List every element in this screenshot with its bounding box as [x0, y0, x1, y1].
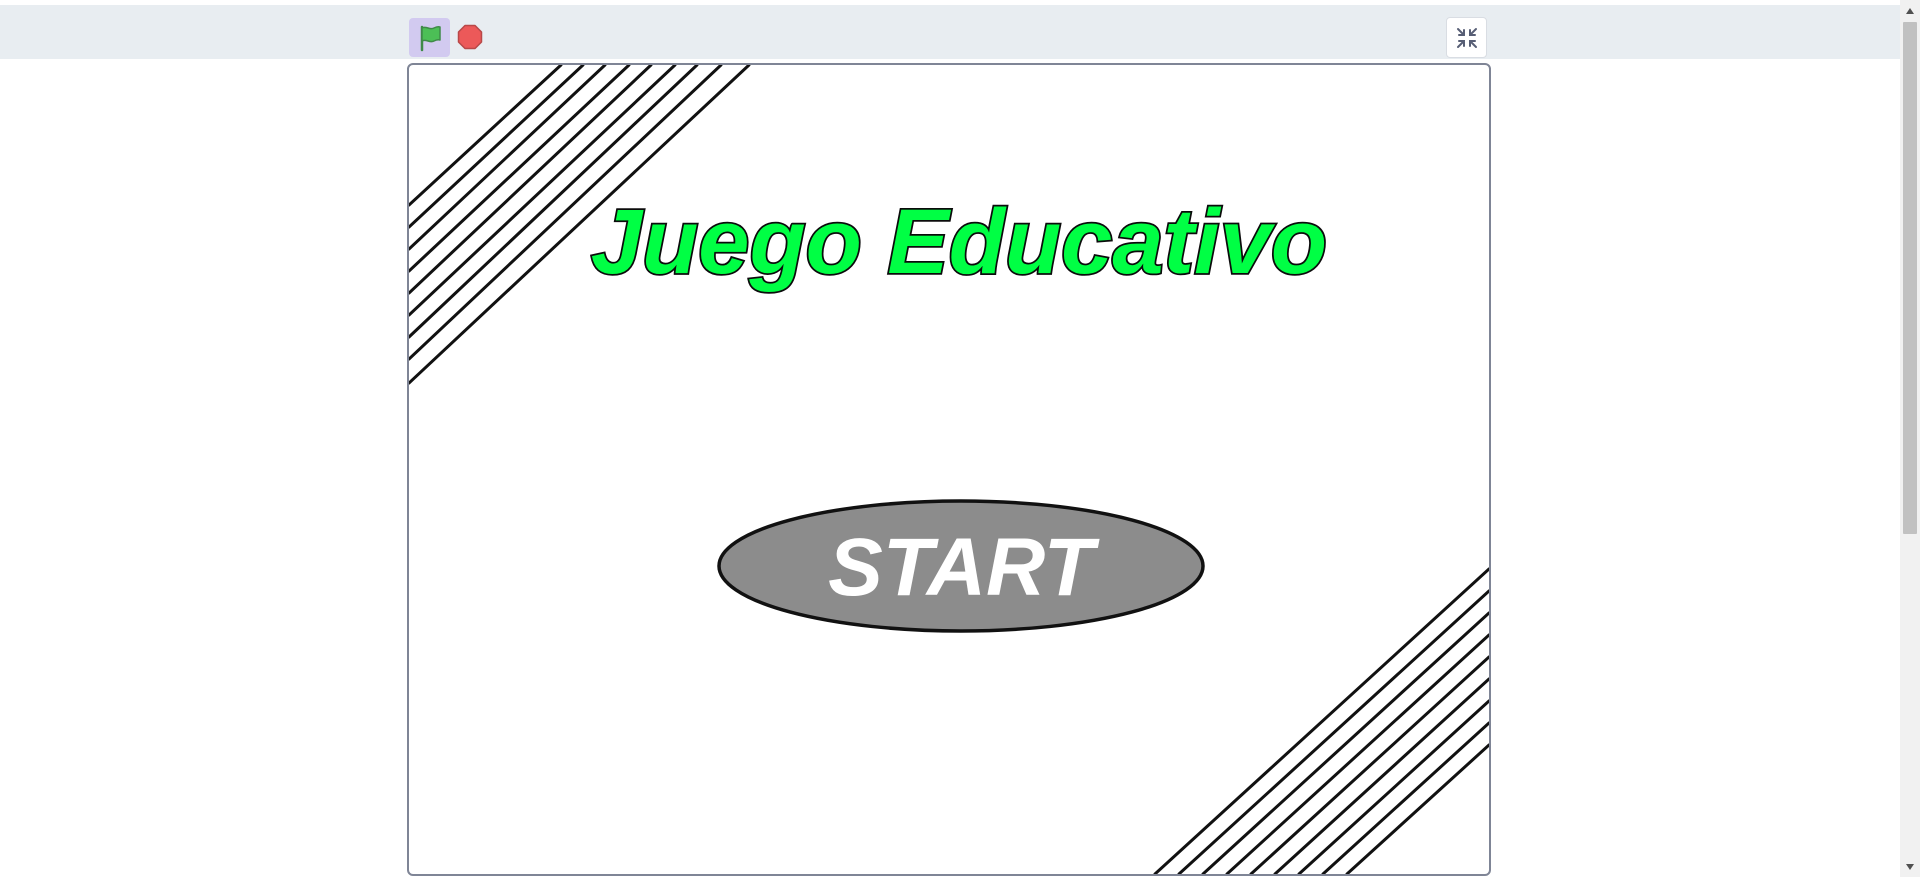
project-player-page: Juego Educativo START [0, 0, 1920, 877]
green-flag-button[interactable] [409, 18, 450, 57]
scroll-down-arrow-icon[interactable] [1900, 858, 1920, 875]
start-button[interactable]: START [717, 499, 1205, 633]
stage-canvas: Juego Educativo START [409, 65, 1489, 874]
stop-button[interactable] [455, 22, 485, 52]
green-flag-icon [420, 25, 441, 51]
game-stage[interactable]: Juego Educativo START [407, 63, 1491, 876]
vertical-scrollbar[interactable] [1900, 0, 1920, 877]
start-button-label[interactable]: START [828, 522, 1100, 613]
controls-bar [0, 5, 1900, 59]
exit-fullscreen-icon [1456, 27, 1477, 48]
stop-sign-icon [457, 24, 483, 50]
scroll-thumb[interactable] [1903, 22, 1917, 534]
bottom-right-stripes [1153, 567, 1489, 874]
scroll-up-arrow-icon[interactable] [1900, 2, 1920, 19]
game-title: Juego Educativo [591, 191, 1327, 293]
exit-fullscreen-button[interactable] [1446, 17, 1487, 58]
